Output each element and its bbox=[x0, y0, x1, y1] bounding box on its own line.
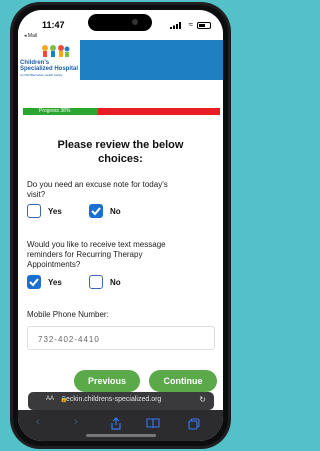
battery-icon bbox=[197, 22, 211, 29]
question-excuse-note: Do you need an excuse note for today's v… bbox=[27, 180, 168, 200]
question-line-3: Appointments? bbox=[27, 260, 81, 269]
camera-icon bbox=[132, 19, 138, 25]
signal-icon bbox=[170, 22, 181, 29]
back-to-mail-link[interactable]: ◂ Mail bbox=[24, 33, 37, 39]
previous-button[interactable]: Previous bbox=[74, 370, 140, 392]
excuse-yes-label[interactable]: Yes bbox=[48, 207, 62, 216]
continue-button[interactable]: Continue bbox=[149, 370, 217, 392]
check-icon bbox=[29, 278, 39, 287]
header-spacer bbox=[18, 80, 223, 108]
status-bar: 11:47 ◂ Mail ≈ bbox=[18, 10, 223, 40]
check-icon bbox=[91, 207, 101, 216]
status-time: 11:47 bbox=[42, 20, 65, 30]
share-icon[interactable] bbox=[110, 417, 122, 430]
reminders-yes-checkbox[interactable] bbox=[27, 275, 41, 289]
logo-subtitle: An RWJBarnabas Health facility bbox=[20, 73, 63, 77]
url-text[interactable]: eckin.childrens-specialized.org bbox=[66, 396, 161, 403]
question-text-reminders: Would you like to receive text message r… bbox=[27, 240, 166, 270]
excuse-no-checkbox[interactable] bbox=[89, 204, 103, 218]
phone-label: Mobile Phone Number: bbox=[27, 310, 109, 319]
question-line-2: visit? bbox=[27, 190, 46, 199]
title-line-1: Please review the below bbox=[57, 139, 184, 151]
logo-text: Children's Specialized Hospital bbox=[20, 60, 78, 72]
question-line-1: Do you need an excuse note for today's bbox=[27, 180, 168, 189]
tabs-icon[interactable] bbox=[188, 418, 200, 430]
reader-aa-button[interactable]: AA bbox=[46, 396, 54, 402]
reminders-yes-label[interactable]: Yes bbox=[48, 278, 62, 287]
address-bar[interactable]: AA 🔒 eckin.childrens-specialized.org ↻ bbox=[28, 392, 214, 410]
reminders-no-label[interactable]: No bbox=[110, 278, 121, 287]
reload-icon[interactable]: ↻ bbox=[199, 395, 206, 404]
excuse-yes-checkbox[interactable] bbox=[27, 204, 41, 218]
logo-line-2: Specialized Hospital bbox=[20, 66, 79, 72]
bookmarks-icon[interactable] bbox=[146, 418, 160, 429]
browser-toolbar: ‹ › bbox=[18, 410, 223, 441]
phone-frame: 11:47 ◂ Mail ≈ Children's Specialized Ho… bbox=[10, 2, 231, 449]
site-header: Children's Specialized Hospital An RWJBa… bbox=[18, 40, 223, 80]
title-line-2: choices: bbox=[98, 153, 143, 165]
screen: 11:47 ◂ Mail ≈ Children's Specialized Ho… bbox=[18, 10, 223, 441]
dynamic-island bbox=[88, 14, 152, 31]
logo[interactable]: Children's Specialized Hospital An RWJBa… bbox=[18, 40, 80, 80]
excuse-no-label[interactable]: No bbox=[110, 207, 121, 216]
wifi-icon: ≈ bbox=[188, 20, 193, 29]
question-line-2: reminders for Recurring Therapy bbox=[27, 250, 143, 259]
forward-icon[interactable]: › bbox=[74, 416, 78, 428]
logo-children-icon bbox=[42, 45, 70, 57]
home-indicator bbox=[86, 434, 156, 437]
page-title: Please review the below choices: bbox=[18, 138, 223, 166]
question-line-1: Would you like to receive text message bbox=[27, 240, 166, 249]
back-icon[interactable]: ‹ bbox=[36, 416, 40, 428]
reminders-no-checkbox[interactable] bbox=[89, 275, 103, 289]
progress-label: Progress 38% bbox=[39, 108, 71, 114]
progress-bar: Progress 38% bbox=[23, 108, 220, 115]
